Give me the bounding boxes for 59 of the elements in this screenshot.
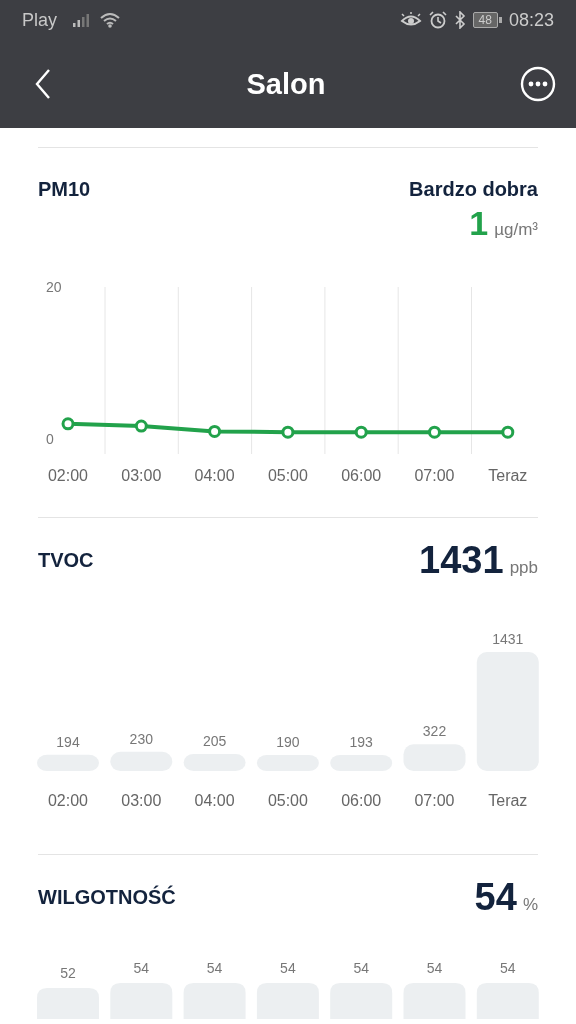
time-label: 07:00: [414, 792, 455, 809]
value-label: 52: [60, 964, 76, 981]
time-label: Teraz: [488, 467, 528, 484]
time-label: 03:00: [121, 467, 162, 484]
time-label: Teraz: [488, 792, 528, 809]
value-label: 230: [129, 730, 153, 747]
value-label: 54: [426, 960, 443, 976]
clock-time: 08:23: [508, 9, 554, 31]
page-title: Salon: [246, 67, 326, 101]
data-point: [428, 425, 441, 439]
time-label: 07:00: [414, 467, 455, 484]
value-label: 193: [349, 733, 373, 750]
time-label: 03:00: [121, 792, 162, 809]
value-label: 190: [276, 734, 300, 750]
metric-value: 1431: [419, 540, 504, 580]
metric-title: TVOC: [38, 548, 94, 572]
data-point: [501, 425, 515, 439]
time-label: 02:00: [48, 467, 88, 484]
unit-label: µg/m³: [494, 220, 538, 240]
metric-title: WILGOTNOŚĆ: [38, 885, 176, 909]
back-button[interactable]: [34, 68, 52, 100]
back-icon: [34, 68, 52, 100]
more-options-button[interactable]: [520, 66, 556, 102]
data-point: [281, 425, 295, 439]
eye-icon: [399, 12, 422, 28]
wifi-icon: [99, 12, 121, 28]
data-point: [134, 419, 148, 433]
value-label: 54: [500, 960, 516, 976]
axis-label: 0: [46, 431, 54, 447]
value-label: 322: [422, 723, 447, 740]
time-label: 02:00: [48, 792, 88, 809]
signal-icon: [72, 13, 92, 27]
unit-label: ppb: [509, 558, 538, 578]
time-label: 06:00: [341, 792, 382, 809]
time-label: 05:00: [267, 792, 308, 809]
time-label: 06:00: [341, 467, 382, 484]
value-label: 194: [56, 733, 80, 750]
value-label: 1431: [492, 631, 524, 647]
unit-label: %: [522, 895, 538, 915]
value-label: 54: [353, 960, 369, 976]
bluetooth-icon: [453, 11, 466, 29]
time-label: 04:00: [194, 792, 235, 809]
value-label: 54: [133, 960, 150, 976]
data-point: [61, 417, 75, 431]
value-label: 54: [206, 960, 223, 976]
carrier-name: Play: [22, 9, 57, 31]
air-quality-rating: Bardzo dobra: [409, 178, 538, 201]
time-label: 05:00: [267, 467, 308, 484]
axis-label: 20: [46, 279, 62, 295]
data-point: [208, 424, 222, 438]
data-point: [354, 425, 368, 439]
value-label: 54: [280, 960, 296, 976]
time-label: 04:00: [194, 467, 235, 484]
metric-value: 54: [474, 877, 517, 917]
metric-title: PM10: [38, 178, 91, 201]
metric-value: 1: [469, 203, 489, 243]
alarm-clock-icon: [428, 11, 447, 29]
value-label: 205: [202, 732, 227, 749]
more-icon: [520, 66, 556, 102]
